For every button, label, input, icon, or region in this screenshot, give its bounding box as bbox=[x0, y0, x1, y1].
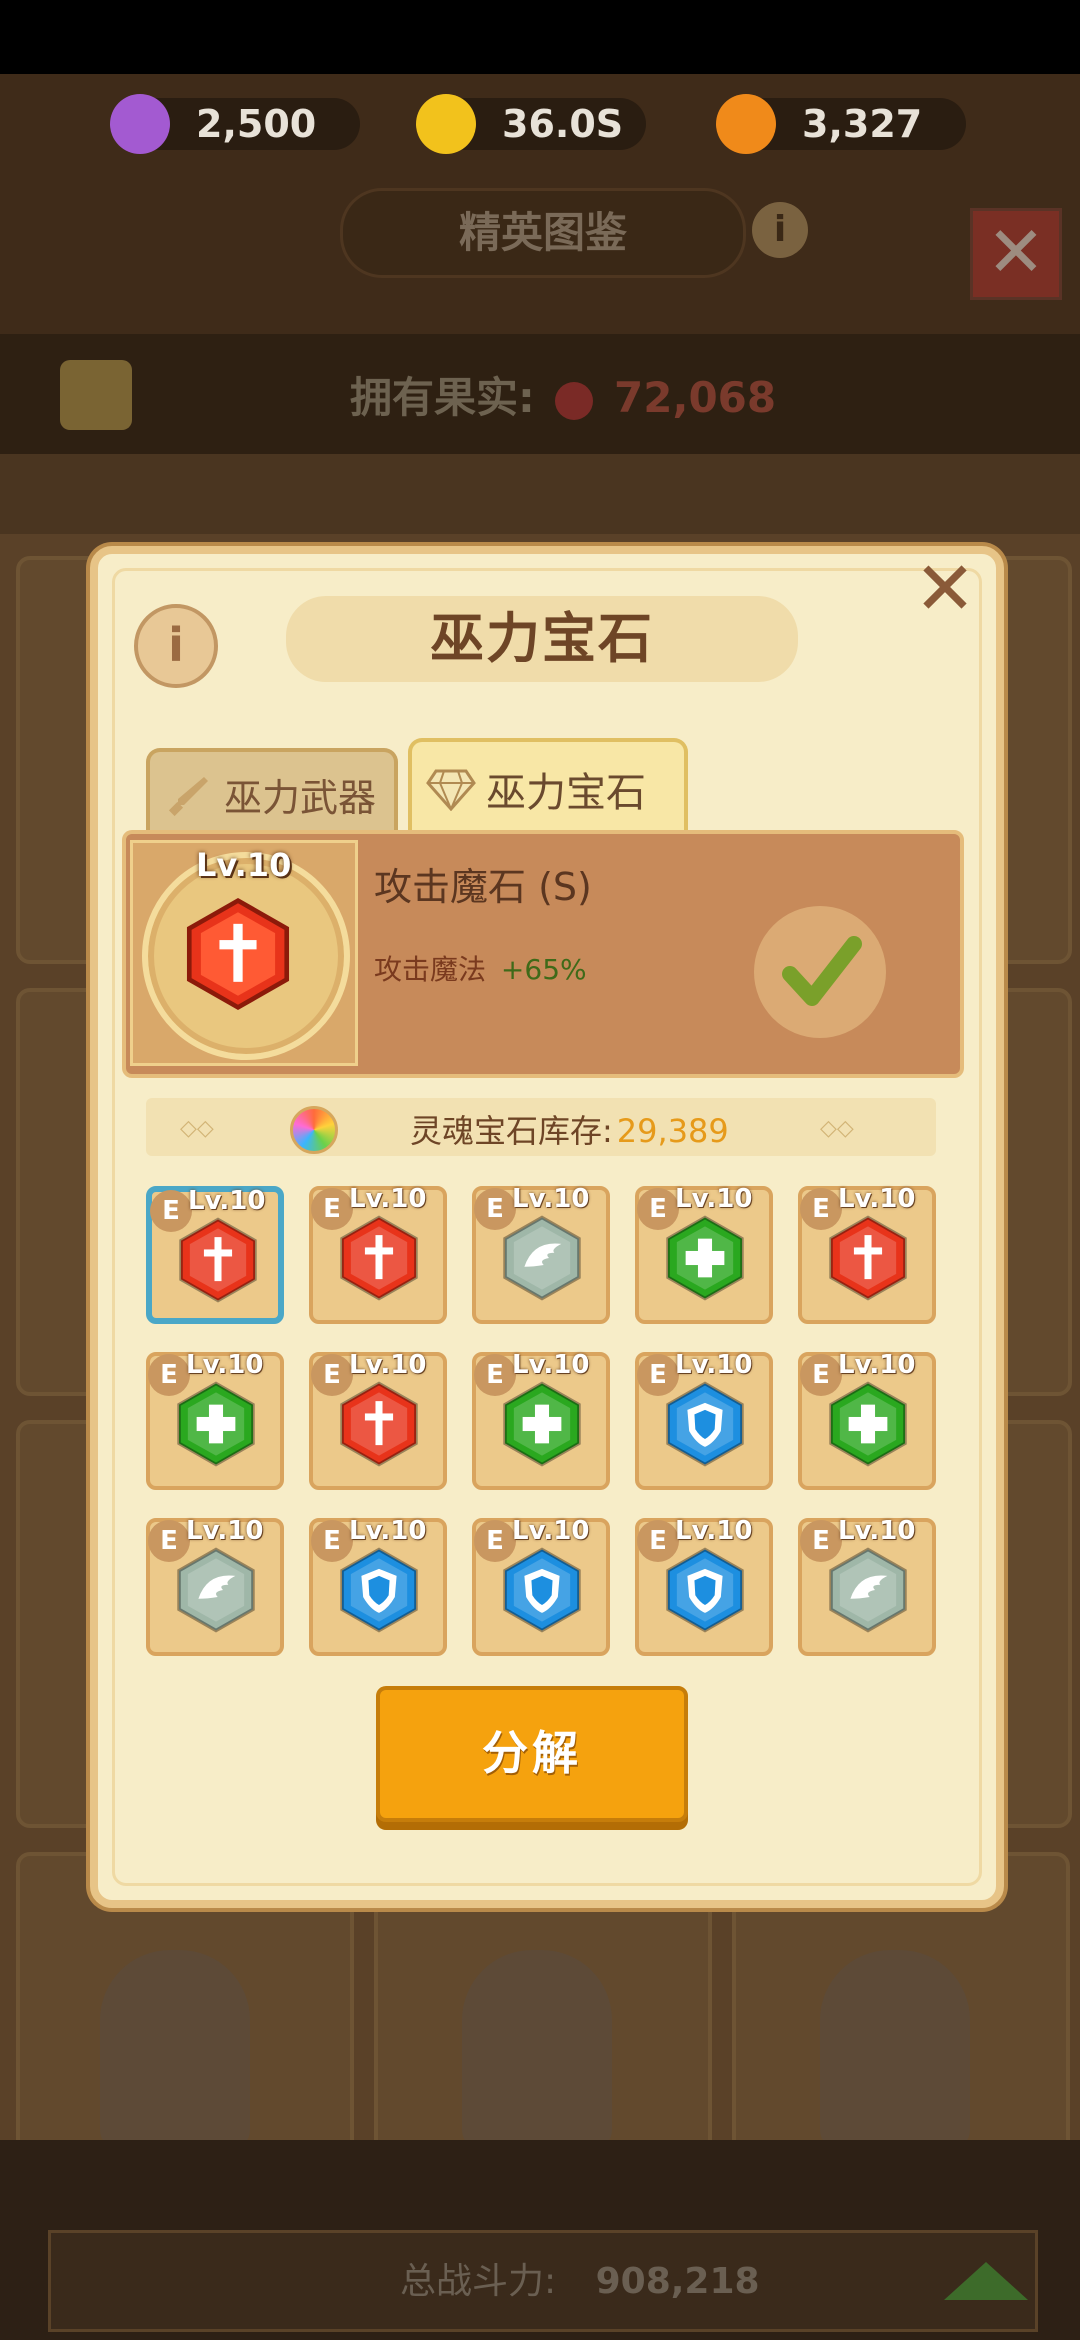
gem-slot[interactable]: E Lv.10 bbox=[635, 1350, 773, 1490]
gem-level: Lv.10 bbox=[188, 1186, 266, 1216]
hero-warrior-avatar bbox=[462, 1950, 612, 2150]
sword-icon bbox=[164, 769, 214, 819]
selected-gem-name: 攻击魔石 (S) bbox=[374, 865, 592, 909]
fruit-count: 拥有果实: 72,068 bbox=[350, 364, 776, 425]
gem-level: Lv.10 bbox=[838, 1350, 916, 1380]
gem-level: Lv.10 bbox=[675, 1184, 753, 1214]
gem-level: Lv.10 bbox=[349, 1184, 427, 1214]
gem-slot[interactable]: E Lv.10 bbox=[798, 1184, 936, 1324]
wing-gem-icon bbox=[503, 1215, 581, 1301]
gem-slot[interactable]: E Lv.10 bbox=[146, 1186, 284, 1324]
hero-witch-avatar bbox=[100, 1950, 250, 2150]
amber-token-icon bbox=[716, 94, 776, 154]
attack-gem-icon bbox=[179, 1217, 257, 1303]
stat-bonus: +65% bbox=[500, 953, 587, 986]
tab-gem-label: 巫力宝石 bbox=[486, 770, 646, 816]
gem-level: Lv.10 bbox=[512, 1350, 590, 1380]
power-value: 908,218 bbox=[595, 2261, 760, 2302]
gem-level: Lv.10 bbox=[838, 1184, 916, 1214]
gem-slot[interactable]: E Lv.10 bbox=[472, 1184, 610, 1324]
shield-gem-icon bbox=[666, 1381, 744, 1467]
gem-level: Lv.10 bbox=[186, 1350, 264, 1380]
diamond-icon bbox=[426, 764, 476, 814]
background-info-icon[interactable]: i bbox=[752, 202, 808, 258]
expand-arrow-icon[interactable] bbox=[944, 2262, 1028, 2300]
divider-ornament: ◇◇ bbox=[820, 1116, 854, 1141]
gold-coin-icon bbox=[416, 94, 476, 154]
heal-gem-icon bbox=[177, 1381, 255, 1467]
attack-gem-icon bbox=[829, 1215, 907, 1301]
attack-gem-icon bbox=[340, 1381, 418, 1467]
wing-gem-icon bbox=[177, 1547, 255, 1633]
shield-gem-icon bbox=[666, 1547, 744, 1633]
gem-slot[interactable]: E Lv.10 bbox=[635, 1516, 773, 1656]
gem-level: Lv.10 bbox=[349, 1516, 427, 1546]
gem-slot[interactable]: E Lv.10 bbox=[146, 1516, 284, 1656]
currency-flower-gem: 2,500 bbox=[110, 94, 360, 154]
hero-elf-avatar bbox=[820, 1950, 970, 2150]
power-label: 总战斗力: bbox=[400, 2261, 557, 2302]
background-strip bbox=[0, 454, 1080, 534]
selected-gem-stat: 攻击魔法 +65% bbox=[374, 948, 587, 988]
info-icon[interactable]: i bbox=[134, 604, 218, 688]
fruit-icon bbox=[555, 381, 594, 420]
currency-amber-token: 3,327 bbox=[716, 94, 966, 154]
gem-level: Lv.10 bbox=[675, 1516, 753, 1546]
currency-gold-coin: 36.0S bbox=[416, 94, 646, 154]
status-bar bbox=[0, 0, 1080, 74]
background-page-title: 精英图鉴 bbox=[340, 188, 746, 278]
modal-title: 巫力宝石 bbox=[430, 607, 654, 670]
shield-gem-icon bbox=[340, 1547, 418, 1633]
soul-gem-icon bbox=[290, 1106, 338, 1154]
attack-gem-icon bbox=[186, 897, 290, 1011]
gem-slot[interactable]: E Lv.10 bbox=[309, 1350, 447, 1490]
close-icon[interactable]: ✕ bbox=[910, 552, 980, 626]
gem-slot[interactable]: E Lv.10 bbox=[309, 1516, 447, 1656]
total-power: 总战斗力: 908,218 bbox=[400, 2252, 760, 2304]
heal-gem-icon bbox=[829, 1381, 907, 1467]
gold-coin-count: 36.0S bbox=[502, 102, 624, 146]
gem-level: Lv.10 bbox=[349, 1350, 427, 1380]
gem-slot[interactable]: E Lv.10 bbox=[146, 1350, 284, 1490]
gem-level: Lv.10 bbox=[186, 1516, 264, 1546]
fruit-value: 72,068 bbox=[614, 373, 777, 422]
soul-gem-stock: 灵魂宝石库存: 29,389 bbox=[410, 1106, 729, 1152]
fruit-label: 拥有果实: bbox=[350, 373, 535, 422]
stock-label: 灵魂宝石库存: bbox=[410, 1112, 613, 1150]
attack-gem-icon bbox=[340, 1215, 418, 1301]
stock-value: 29,389 bbox=[616, 1112, 729, 1150]
background-close-button[interactable]: ✕ bbox=[970, 208, 1062, 300]
bag-icon[interactable] bbox=[60, 360, 132, 430]
shield-gem-icon bbox=[503, 1547, 581, 1633]
heal-gem-icon bbox=[503, 1381, 581, 1467]
equipped-check-icon[interactable] bbox=[754, 906, 886, 1038]
flower-gem-icon bbox=[110, 94, 170, 154]
heal-gem-icon bbox=[666, 1215, 744, 1301]
gem-level: Lv.10 bbox=[838, 1516, 916, 1546]
gem-slot[interactable]: E Lv.10 bbox=[635, 1184, 773, 1324]
gem-level: Lv.10 bbox=[512, 1516, 590, 1546]
gem-level: Lv.10 bbox=[675, 1350, 753, 1380]
selected-gem-level: Lv.10 bbox=[196, 846, 292, 884]
tab-weapon-label: 巫力武器 bbox=[224, 775, 377, 820]
decompose-button[interactable]: 分解 bbox=[376, 1686, 688, 1822]
divider-ornament: ◇◇ bbox=[180, 1116, 214, 1141]
flower-gem-count: 2,500 bbox=[196, 102, 317, 146]
wing-gem-icon bbox=[829, 1547, 907, 1633]
gem-slot[interactable]: E Lv.10 bbox=[472, 1350, 610, 1490]
gem-slot[interactable]: E Lv.10 bbox=[472, 1516, 610, 1656]
gem-slot[interactable]: E Lv.10 bbox=[798, 1516, 936, 1656]
stat-label: 攻击魔法 bbox=[374, 953, 487, 986]
tab-weapon[interactable]: 巫力武器 bbox=[146, 748, 398, 836]
tab-gem[interactable]: 巫力宝石 bbox=[408, 738, 688, 836]
amber-token-count: 3,327 bbox=[802, 102, 923, 146]
gem-level: Lv.10 bbox=[512, 1184, 590, 1214]
gem-slot[interactable]: E Lv.10 bbox=[309, 1184, 447, 1324]
gem-slot[interactable]: E Lv.10 bbox=[798, 1350, 936, 1490]
